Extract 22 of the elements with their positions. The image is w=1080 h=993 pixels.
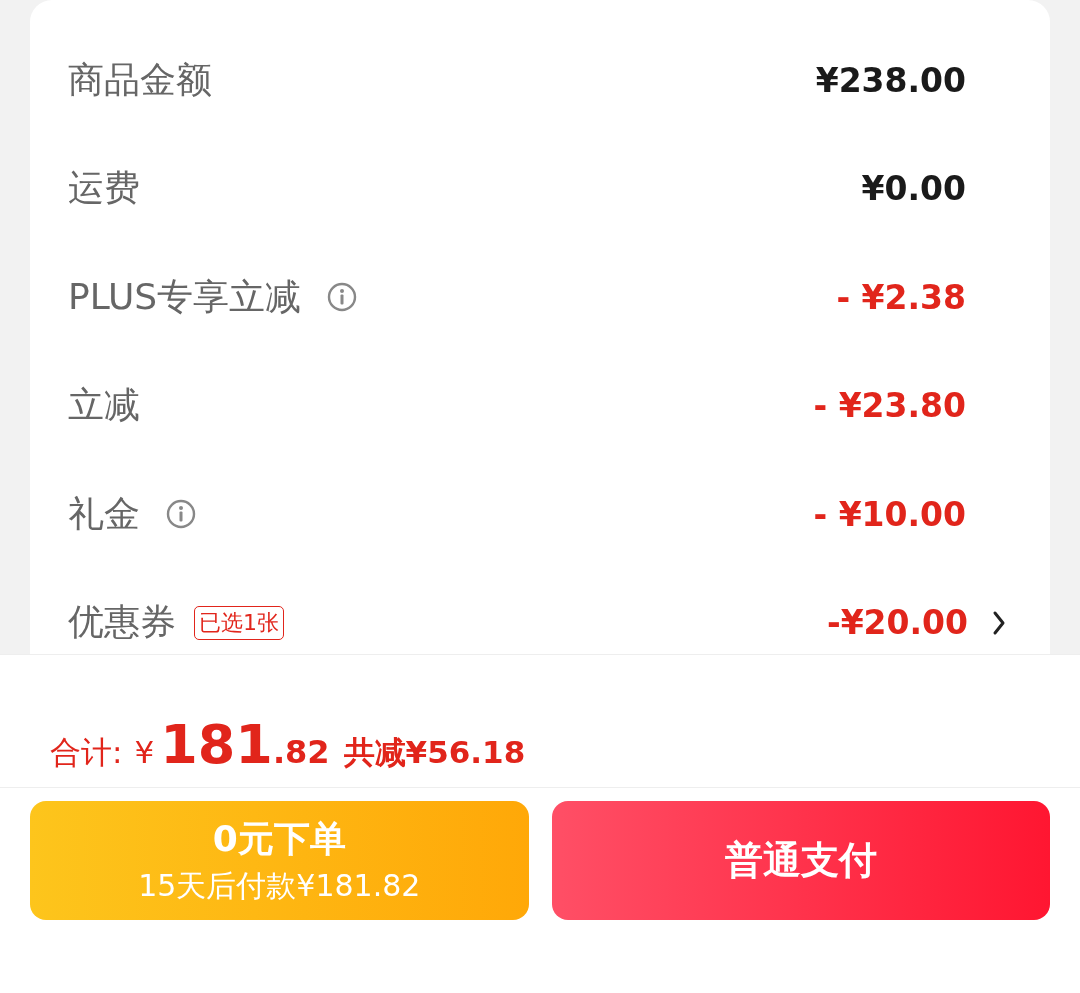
row-label: 立减 [68,383,140,428]
pay-button[interactable]: 普通支付 [551,801,1050,920]
amount-value: ¥238.00 [815,60,966,100]
row-label: PLUS专享立减 [68,274,302,319]
saved-amount: 共减¥56.18 [343,733,526,772]
total-decimal: .82 [272,733,330,771]
chevron-icon[interactable] [992,609,1006,636]
amount-value: - ¥2.38 [836,277,966,317]
coupon-tag: 已选1张 [194,605,284,640]
info-icon[interactable] [166,499,196,530]
amount-value: ¥0.00 [861,169,966,209]
amount-value: -¥20.00 [826,603,968,643]
amount-value: - ¥23.80 [813,386,966,426]
row-label: 礼金 [68,491,140,536]
row-label: 优惠券 [68,600,176,645]
row-label: 商品金额 [68,57,212,102]
amount-value: - ¥10.00 [813,494,966,534]
currency-sign: ¥ [134,734,155,770]
info-icon[interactable] [327,282,358,313]
total-integer: 181 [160,713,273,776]
total-label: 合计: [50,733,123,772]
row-label: 运费 [68,166,140,211]
